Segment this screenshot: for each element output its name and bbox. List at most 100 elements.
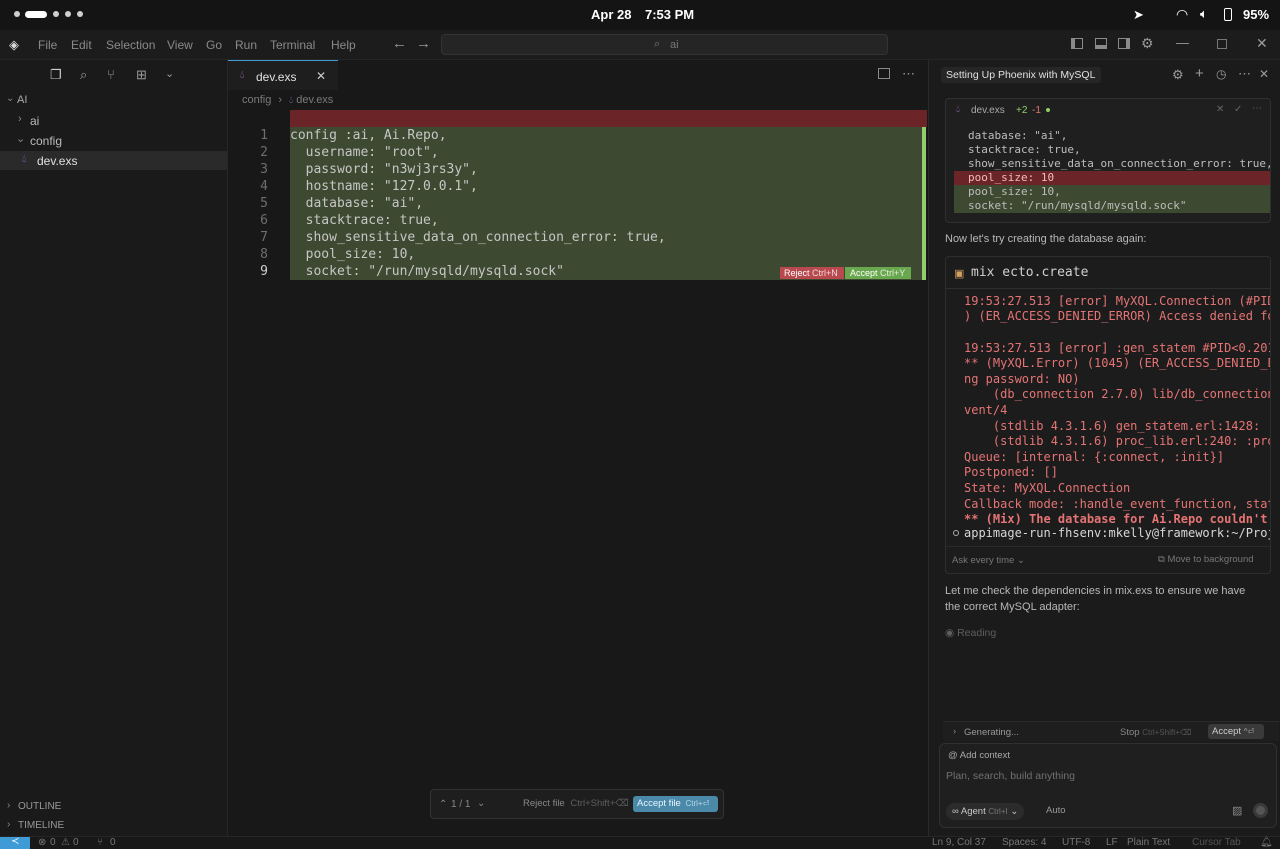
code-view[interactable]: 1 config :ai, Ai.Repo, 2 username: "root… [228, 127, 928, 287]
elixir-file-icon: 💧︎ [240, 69, 245, 81]
notifications-bell-icon[interactable]: 🔔︎ [1260, 837, 1273, 848]
generating-bar: › Generating... Stop Ctrl+Shift+⌫ Accept… [943, 721, 1279, 741]
tree-item-ai[interactable]: › ai [0, 112, 227, 130]
terminal-card[interactable]: ▣ mix ecto.create 19:53:27.513 [error] M… [945, 256, 1271, 574]
reject-change-button[interactable]: Reject Ctrl+N [780, 267, 844, 279]
chat-settings-icon[interactable]: ⚙ [1172, 68, 1184, 81]
terminal-output-line: (stdlib 4.3.1.6) gen_statem.erl:1428: : [964, 419, 1271, 433]
close-window-icon[interactable]: ✕ [1256, 36, 1268, 50]
explorer-files-icon[interactable]: ❐ [50, 68, 62, 81]
accept-all-button[interactable]: Accept ^⏎ [1208, 724, 1264, 739]
menu-terminal[interactable]: Terminal [270, 38, 315, 52]
explorer-root[interactable]: ⌄ AI [0, 93, 227, 109]
history-icon[interactable]: ◷ [1216, 68, 1226, 81]
send-stop-icon[interactable] [1253, 803, 1268, 818]
remote-indicator[interactable]: ≺ [0, 836, 30, 849]
terminal-output-line: State: MyXQL.Connection [964, 481, 1131, 495]
accept-change-button[interactable]: Accept Ctrl+Y [845, 267, 911, 279]
breadcrumb-config[interactable]: config [242, 94, 271, 106]
diff-card[interactable]: 💧︎ dev.exs +2 -1 ✕ ✓ ⋯ database: "ai", s… [945, 98, 1271, 223]
indentation[interactable]: Spaces: 4 [1002, 837, 1046, 848]
image-attach-icon[interactable]: ▨ [1232, 804, 1242, 817]
reject-label: Reject [784, 268, 810, 278]
remote-icon: ≺ [11, 836, 20, 847]
ask-every-time-dropdown[interactable]: Ask every time ⌄ [952, 555, 1025, 566]
terminal-output-line: 19:53:27.513 [error] :gen_statem #PID<0.… [964, 341, 1271, 355]
timeline-label: TIMELINE [18, 820, 65, 831]
minimize-icon[interactable]: — [1176, 36, 1189, 49]
chevron-down-icon[interactable]: ⌄ [477, 798, 485, 809]
model-selector[interactable]: Auto [1046, 805, 1066, 816]
workspace-dot-icon [14, 11, 20, 17]
terminal-output-line: ) (ER_ACCESS_DENIED_ERROR) Access denied… [964, 309, 1271, 323]
ai-chat-panel: Setting Up Phoenix with MySQL ⚙ + ◷ ⋯ ✕ … [928, 60, 1280, 836]
chat-input[interactable]: Plan, search, build anything [946, 770, 1270, 788]
menu-go[interactable]: Go [206, 38, 222, 52]
chevron-up-icon[interactable]: ⌃ [439, 799, 447, 810]
outline-section[interactable]: › OUTLINE [0, 800, 227, 816]
add-context-button[interactable]: @ Add context [948, 750, 1010, 761]
source-control-icon[interactable]: ⑂ [107, 68, 115, 81]
close-chat-icon[interactable]: ✕ [1259, 68, 1269, 81]
cursor-position[interactable]: Ln 9, Col 37 [932, 837, 986, 848]
stop-button[interactable]: Stop Ctrl+Shift+⌫ [1120, 727, 1191, 738]
error-count[interactable]: 0 [50, 837, 56, 848]
telegram-icon[interactable]: ➤ [1133, 7, 1144, 23]
back-arrow-icon[interactable]: ← [392, 36, 407, 51]
move-to-background-button[interactable]: ⧉ Move to background [1158, 554, 1254, 565]
maximize-icon[interactable] [1217, 39, 1227, 49]
breadcrumb-file[interactable]: dev.exs [296, 94, 333, 106]
command-search-box[interactable]: ⌕ ai [441, 34, 888, 55]
split-editor-icon[interactable] [878, 68, 890, 79]
terminal-output-line: (stdlib 4.3.1.6) proc_lib.erl:240: :pro [964, 434, 1271, 448]
more-actions-icon[interactable]: ⋯ [902, 67, 915, 80]
extensions-icon[interactable]: ⊞ [136, 68, 147, 81]
chat-title[interactable]: Setting Up Phoenix with MySQL [941, 67, 1101, 83]
cursor-tab-status[interactable]: Cursor Tab [1192, 837, 1241, 848]
more-views-chevron-icon[interactable]: ⌄ [165, 68, 174, 81]
elixir-file-icon: 💧︎ [22, 153, 27, 165]
accept-file-label: Accept file [637, 798, 681, 809]
menu-run[interactable]: Run [235, 38, 257, 52]
ports-count[interactable]: 0 [110, 837, 116, 848]
tree-item-label: dev.exs [37, 154, 78, 168]
new-chat-icon[interactable]: + [1195, 66, 1204, 81]
timeline-section[interactable]: › TIMELINE [0, 819, 227, 835]
line-ending[interactable]: LF [1106, 837, 1118, 848]
menu-bar: ◈ File Edit Selection View Go Run Termin… [0, 30, 1280, 60]
menu-selection[interactable]: Selection [106, 38, 155, 52]
reject-diff-icon[interactable]: ✕ [1216, 104, 1224, 115]
workspace-dot-icon [77, 11, 83, 17]
search-placeholder: ai [670, 39, 679, 51]
accept-shortcut: Ctrl+Y [880, 268, 906, 278]
tree-item-dev-exs[interactable]: 💧︎ dev.exs [0, 151, 227, 170]
encoding[interactable]: UTF-8 [1062, 837, 1090, 848]
warning-icon: ⚠ [61, 837, 70, 848]
menu-edit[interactable]: Edit [71, 38, 92, 52]
chevron-right-icon[interactable]: › [953, 726, 956, 737]
search-view-icon[interactable]: ⌕ [80, 68, 87, 81]
accept-diff-icon[interactable]: ✓ [1234, 104, 1242, 115]
line-number: 3 [260, 162, 268, 177]
menu-file[interactable]: File [38, 38, 57, 52]
forward-arrow-icon[interactable]: → [416, 36, 431, 51]
toggle-secondary-sidebar-icon[interactable] [1118, 38, 1130, 49]
more-options-icon[interactable]: ⋯ [1238, 67, 1251, 80]
code-line: config :ai, Ai.Repo, [290, 128, 447, 143]
settings-gear-icon[interactable]: ⚙ [1141, 36, 1154, 50]
reject-file-button[interactable]: Reject file Ctrl+Shift+⌫ [523, 798, 629, 809]
volume-icon[interactable]: 🔈︎ [1200, 6, 1208, 22]
menu-view[interactable]: View [167, 38, 193, 52]
accept-file-button[interactable]: Accept file Ctrl+⏎ [633, 796, 718, 812]
toggle-sidebar-icon[interactable] [1071, 38, 1083, 49]
warning-count[interactable]: 0 [73, 837, 79, 848]
menu-help[interactable]: Help [331, 38, 356, 52]
toggle-panel-icon[interactable] [1095, 38, 1107, 49]
wifi-icon[interactable]: ◠ [1176, 6, 1188, 23]
tab-dev-exs[interactable]: 💧︎ dev.exs ✕ [228, 60, 338, 90]
tree-item-config[interactable]: ⌄ config [0, 132, 227, 150]
more-icon[interactable]: ⋯ [1252, 103, 1262, 114]
close-tab-icon[interactable]: ✕ [316, 69, 326, 83]
language-mode[interactable]: Plain Text [1127, 837, 1170, 848]
agent-mode-selector[interactable]: ∞ Agent Ctrl+I ⌄ [946, 803, 1025, 820]
